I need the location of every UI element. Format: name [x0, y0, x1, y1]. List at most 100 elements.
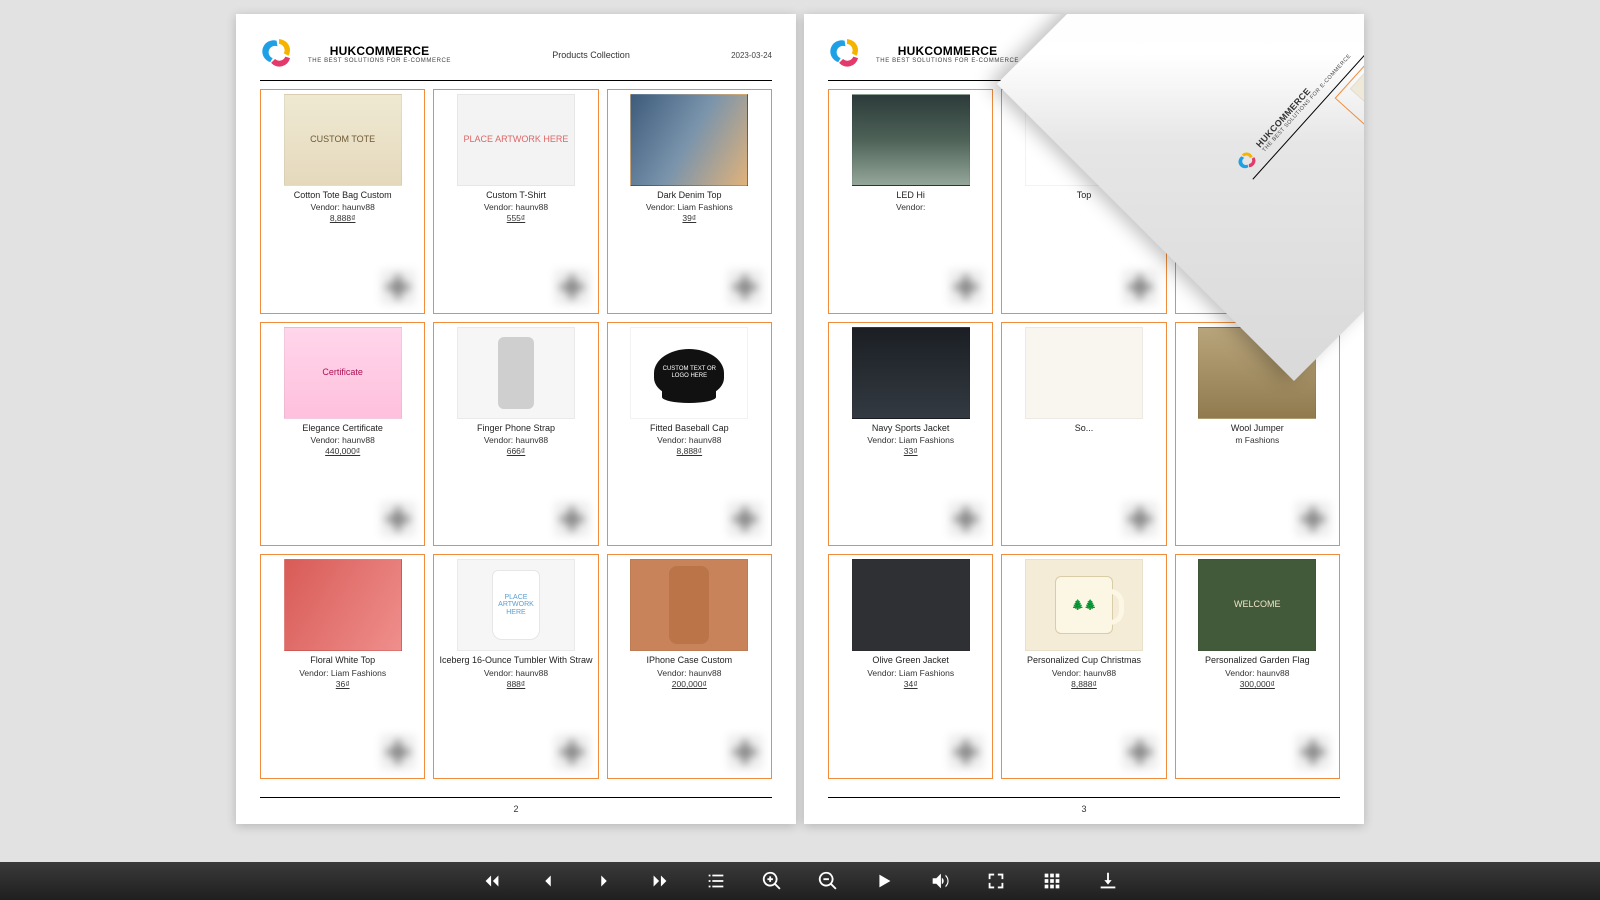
product-thumb — [630, 559, 748, 651]
add-icon[interactable] — [727, 734, 763, 770]
product-name: Cotton Tote Bag Custom — [294, 190, 392, 200]
add-icon[interactable] — [1295, 501, 1331, 537]
product-vendor: Vendor: haunv88 — [1052, 668, 1116, 678]
first-page-button[interactable] — [479, 868, 505, 894]
product-price: 8,888₫ — [330, 213, 356, 223]
page-left[interactable]: HUKCOMMERCE THE BEST SOLUTIONS FOR E-COM… — [236, 14, 796, 824]
add-icon[interactable] — [380, 501, 416, 537]
brand-title: HUKCOMMERCE — [308, 45, 451, 58]
last-page-button[interactable] — [647, 868, 673, 894]
product-thumb: 🌲🌲 — [1025, 559, 1143, 651]
product-price: 34₫ — [904, 679, 918, 689]
product-grid-right: LED HiVendor:Top T-Shirt Product Base Vend… — [828, 89, 1340, 779]
brand-logo-icon — [260, 36, 298, 74]
product-card[interactable]: Top — [1001, 89, 1166, 314]
product-card[interactable]: T-Shirt Product BaseVendor: haunv8856₫ — [1175, 89, 1340, 314]
add-icon[interactable] — [727, 501, 763, 537]
product-card[interactable]: PLACE ARTWORK HERECustom T-ShirtVendor: … — [433, 89, 598, 314]
product-thumb — [284, 559, 402, 651]
product-card[interactable]: CUSTOM TOTECotton Tote Bag CustomVendor:… — [260, 89, 425, 314]
product-name: Custom T-Shirt — [486, 190, 546, 200]
product-vendor: Vendor: haunv88 — [657, 668, 721, 678]
product-card[interactable]: So... — [1001, 322, 1166, 547]
zoom-in-button[interactable] — [759, 868, 785, 894]
product-vendor: Vendor: haunv88 — [311, 202, 375, 212]
product-card[interactable]: Wool Jumperm Fashions — [1175, 322, 1340, 547]
page-number: 2 — [260, 797, 772, 814]
product-vendor: Vendor: Liam Fashions — [867, 668, 954, 678]
product-name: Iceberg 16-Ounce Tumbler With Straw — [439, 655, 592, 665]
add-icon[interactable] — [1122, 734, 1158, 770]
add-icon[interactable] — [554, 269, 590, 305]
add-icon[interactable] — [1295, 734, 1331, 770]
product-card[interactable]: Finger Phone StrapVendor: haunv88666₫ — [433, 322, 598, 547]
add-icon[interactable] — [380, 734, 416, 770]
add-icon[interactable] — [948, 269, 984, 305]
product-card[interactable]: CertificateElegance CertificateVendor: h… — [260, 322, 425, 547]
product-card[interactable]: Dark Denim TopVendor: Liam Fashions39₫ — [607, 89, 772, 314]
product-price: 555₫ — [507, 213, 526, 223]
product-price: 300,000₫ — [1240, 679, 1275, 689]
page-header: HUKCOMMERCE THE BEST SOLUTIONS FOR E-COM… — [828, 36, 1340, 81]
thumbnails-button[interactable] — [1039, 868, 1065, 894]
product-name: IPhone Case Custom — [647, 655, 733, 665]
product-thumb: CUSTOM TEXT OR LOGO HERE — [630, 327, 748, 419]
product-card[interactable]: IPhone Case CustomVendor: haunv88200,000… — [607, 554, 772, 779]
product-thumb: WELCOME — [1198, 559, 1316, 651]
product-vendor: Vendor: haunv88 — [657, 435, 721, 445]
add-icon[interactable] — [380, 269, 416, 305]
add-icon[interactable] — [1122, 269, 1158, 305]
next-page-button[interactable] — [591, 868, 617, 894]
product-thumb — [630, 94, 748, 186]
product-thumb — [1198, 94, 1316, 186]
product-card[interactable]: LED HiVendor: — [828, 89, 993, 314]
page-header: HUKCOMMERCE THE BEST SOLUTIONS FOR E-COM… — [260, 36, 772, 81]
sound-button[interactable] — [927, 868, 953, 894]
product-name: Personalized Garden Flag — [1205, 655, 1310, 665]
brand-logo-icon — [828, 36, 866, 74]
add-icon[interactable] — [727, 269, 763, 305]
product-card[interactable]: Floral White TopVendor: Liam Fashions36₫ — [260, 554, 425, 779]
page-number: 3 — [828, 797, 1340, 814]
page-date: 2023-03-24 — [731, 51, 772, 60]
product-name: Dark Denim Top — [657, 190, 721, 200]
add-icon[interactable] — [1295, 269, 1331, 305]
product-name: T-Shirt Product Base — [1216, 190, 1299, 200]
product-price: 33₫ — [904, 446, 918, 456]
product-thumb — [1350, 18, 1364, 138]
fullscreen-button[interactable] — [983, 868, 1009, 894]
add-icon[interactable] — [948, 734, 984, 770]
product-card[interactable]: PLACE ARTWORK HEREIceberg 16-Ounce Tumbl… — [433, 554, 598, 779]
page-spread: HUKCOMMERCE THE BEST SOLUTIONS FOR E-COM… — [236, 14, 1364, 824]
add-icon[interactable] — [1122, 501, 1158, 537]
download-button[interactable] — [1095, 868, 1121, 894]
product-card[interactable]: 🌲🌲Personalized Cup ChristmasVendor: haun… — [1001, 554, 1166, 779]
product-name: Fitted Baseball Cap — [650, 423, 729, 433]
product-grid-left: CUSTOM TOTECotton Tote Bag CustomVendor:… — [260, 89, 772, 779]
product-thumb — [852, 94, 970, 186]
add-icon[interactable] — [554, 501, 590, 537]
product-price: 36₫ — [336, 679, 350, 689]
product-name: So... — [1075, 423, 1094, 433]
prev-page-button[interactable] — [535, 868, 561, 894]
product-name: LED Hi — [896, 190, 925, 200]
product-price: 440,000₫ — [325, 446, 360, 456]
product-name: Wool Jumper — [1231, 423, 1284, 433]
add-icon[interactable] — [554, 734, 590, 770]
play-button[interactable] — [871, 868, 897, 894]
product-card[interactable]: WELCOME Personalized Garden Flag Vendor: h… — [1175, 554, 1340, 779]
product-card[interactable]: Navy Sports JacketVendor: Liam Fashions3… — [828, 322, 993, 547]
product-vendor: Vendor: haunv88 — [1225, 202, 1289, 212]
product-price: 8,888₫ — [677, 446, 703, 456]
product-card[interactable]: Olive Green JacketVendor: Liam Fashions3… — [828, 554, 993, 779]
page-right[interactable]: HUKCOMMERCE THE BEST SOLUTIONS FOR E-COM… — [804, 14, 1364, 824]
collection-title: Products Collection — [1019, 50, 1299, 60]
product-vendor: Vendor: haunv88 — [1225, 668, 1289, 678]
product-thumb — [1025, 327, 1143, 419]
add-icon[interactable] — [948, 501, 984, 537]
product-card[interactable]: CUSTOM TEXT OR LOGO HERE Fitted Baseball … — [607, 322, 772, 547]
toc-button[interactable] — [703, 868, 729, 894]
zoom-out-button[interactable] — [815, 868, 841, 894]
product-thumb — [852, 559, 970, 651]
product-thumb — [1025, 94, 1143, 186]
